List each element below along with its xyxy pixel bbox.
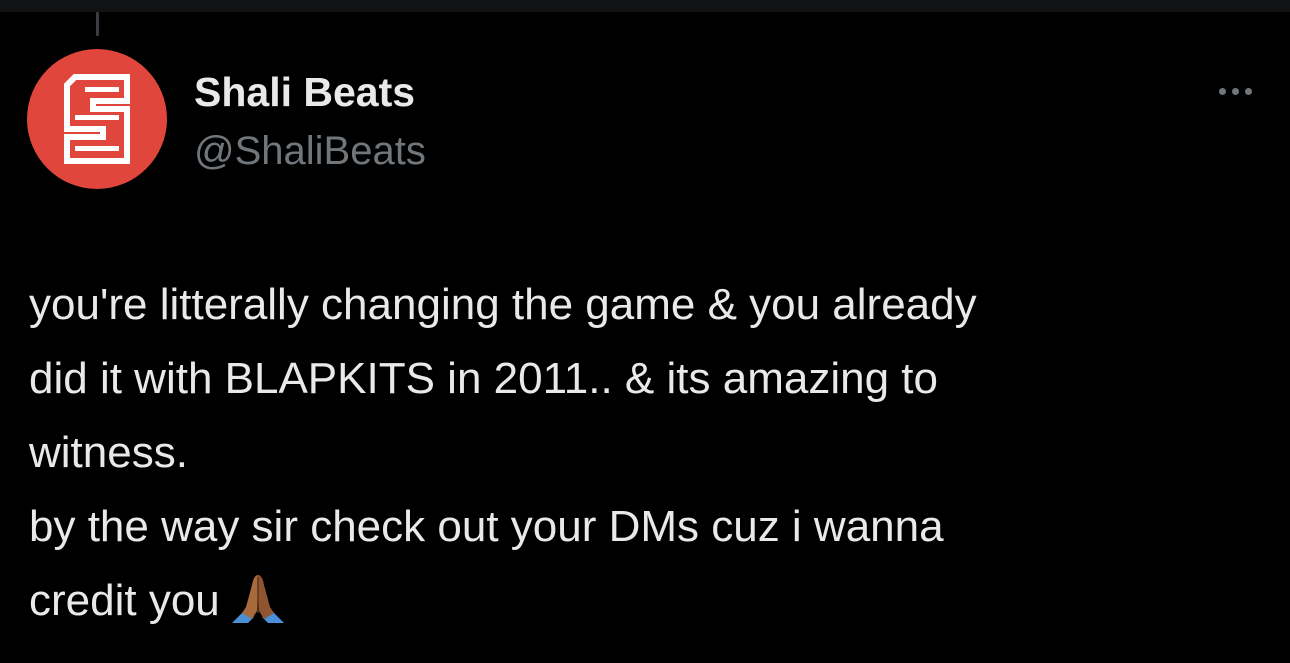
more-options-icon-dot xyxy=(1244,87,1252,95)
author-handle[interactable]: @ShaliBeats xyxy=(194,127,426,175)
tweet-text-last-line: credit you xyxy=(29,564,1269,648)
tweet-text-line: credit you xyxy=(29,576,220,625)
tweet-body: you're litterally changing the game & yo… xyxy=(29,268,1269,648)
more-options-icon-dot xyxy=(1231,87,1239,95)
tweet-text-line: witness. xyxy=(29,428,188,477)
red-circle-s-logo-icon xyxy=(64,74,130,164)
top-divider-bar xyxy=(0,0,1290,12)
avatar[interactable] xyxy=(27,49,167,189)
author-display-name[interactable]: Shali Beats xyxy=(194,68,415,116)
more-options-icon xyxy=(1218,87,1226,95)
thread-connector-line xyxy=(96,12,99,36)
tweet-text-line: did it with BLAPKITS in 2011.. & its ama… xyxy=(29,354,938,403)
folded-hands-emoji-icon xyxy=(228,571,288,648)
more-options-button[interactable] xyxy=(1206,74,1264,108)
tweet-text-line: by the way sir check out your DMs cuz i … xyxy=(29,502,944,551)
tweet-text-line: you're litterally changing the game & yo… xyxy=(29,280,977,329)
